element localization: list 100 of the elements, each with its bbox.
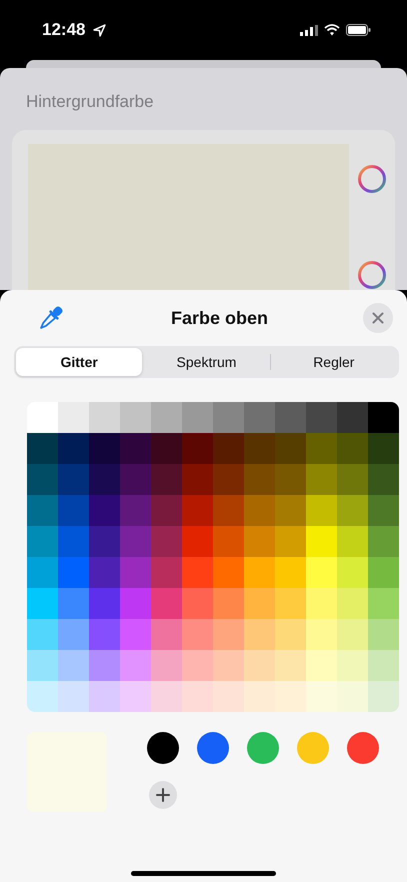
color-cell[interactable] — [58, 433, 89, 464]
color-swatch[interactable] — [297, 732, 329, 764]
color-cell[interactable] — [120, 433, 151, 464]
color-cell[interactable] — [89, 588, 120, 619]
color-cell[interactable] — [27, 588, 58, 619]
color-cell[interactable] — [151, 402, 182, 433]
color-cell[interactable] — [275, 526, 306, 557]
color-cell[interactable] — [368, 526, 399, 557]
color-cell[interactable] — [151, 619, 182, 650]
color-cell[interactable] — [182, 433, 213, 464]
color-cell[interactable] — [89, 402, 120, 433]
color-cell[interactable] — [337, 557, 368, 588]
color-swatch[interactable] — [247, 732, 279, 764]
color-cell[interactable] — [58, 619, 89, 650]
color-cell[interactable] — [58, 681, 89, 712]
color-cell[interactable] — [275, 681, 306, 712]
color-cell[interactable] — [58, 588, 89, 619]
color-cell[interactable] — [306, 433, 337, 464]
color-cell[interactable] — [306, 557, 337, 588]
color-cell[interactable] — [337, 464, 368, 495]
color-wheel-icon[interactable] — [357, 260, 387, 290]
color-cell[interactable] — [275, 588, 306, 619]
color-cell[interactable] — [27, 557, 58, 588]
color-cell[interactable] — [182, 495, 213, 526]
color-cell[interactable] — [182, 464, 213, 495]
color-cell[interactable] — [213, 557, 244, 588]
color-cell[interactable] — [182, 619, 213, 650]
color-cell[interactable] — [58, 557, 89, 588]
color-cell[interactable] — [151, 681, 182, 712]
color-cell[interactable] — [213, 619, 244, 650]
color-cell[interactable] — [275, 619, 306, 650]
color-cell[interactable] — [89, 495, 120, 526]
color-cell[interactable] — [89, 433, 120, 464]
color-cell[interactable] — [151, 433, 182, 464]
color-cell[interactable] — [244, 433, 275, 464]
color-cell[interactable] — [120, 588, 151, 619]
color-cell[interactable] — [368, 495, 399, 526]
color-cell[interactable] — [337, 681, 368, 712]
color-cell[interactable] — [306, 495, 337, 526]
color-cell[interactable] — [368, 402, 399, 433]
color-cell[interactable] — [337, 619, 368, 650]
color-cell[interactable] — [213, 650, 244, 681]
color-cell[interactable] — [306, 402, 337, 433]
color-cell[interactable] — [275, 464, 306, 495]
color-cell[interactable] — [306, 650, 337, 681]
color-cell[interactable] — [368, 557, 399, 588]
color-cell[interactable] — [151, 650, 182, 681]
color-cell[interactable] — [27, 681, 58, 712]
color-cell[interactable] — [244, 650, 275, 681]
color-cell[interactable] — [27, 495, 58, 526]
color-cell[interactable] — [182, 650, 213, 681]
color-cell[interactable] — [89, 681, 120, 712]
color-cell[interactable] — [244, 557, 275, 588]
color-cell[interactable] — [151, 495, 182, 526]
color-cell[interactable] — [182, 557, 213, 588]
color-cell[interactable] — [337, 526, 368, 557]
color-cell[interactable] — [120, 557, 151, 588]
color-cell[interactable] — [337, 402, 368, 433]
color-cell[interactable] — [244, 619, 275, 650]
segment-tab[interactable]: Spektrum — [143, 348, 270, 376]
color-cell[interactable] — [27, 464, 58, 495]
segment-tab[interactable]: Gitter — [16, 348, 142, 376]
color-cell[interactable] — [120, 650, 151, 681]
color-cell[interactable] — [275, 402, 306, 433]
color-cell[interactable] — [213, 464, 244, 495]
color-cell[interactable] — [27, 402, 58, 433]
color-cell[interactable] — [89, 650, 120, 681]
color-swatch[interactable] — [347, 732, 379, 764]
color-cell[interactable] — [182, 681, 213, 712]
color-cell[interactable] — [27, 526, 58, 557]
color-cell[interactable] — [151, 464, 182, 495]
color-cell[interactable] — [213, 433, 244, 464]
color-cell[interactable] — [213, 495, 244, 526]
color-cell[interactable] — [337, 650, 368, 681]
color-cell[interactable] — [275, 495, 306, 526]
color-swatch[interactable] — [147, 732, 179, 764]
color-cell[interactable] — [151, 588, 182, 619]
color-cell[interactable] — [89, 526, 120, 557]
color-cell[interactable] — [368, 650, 399, 681]
color-cell[interactable] — [213, 402, 244, 433]
color-cell[interactable] — [120, 619, 151, 650]
color-cell[interactable] — [244, 464, 275, 495]
color-cell[interactable] — [120, 464, 151, 495]
color-cell[interactable] — [58, 464, 89, 495]
color-cell[interactable] — [182, 402, 213, 433]
color-cell[interactable] — [306, 588, 337, 619]
color-cell[interactable] — [27, 650, 58, 681]
color-cell[interactable] — [368, 619, 399, 650]
color-cell[interactable] — [244, 681, 275, 712]
color-cell[interactable] — [244, 402, 275, 433]
color-cell[interactable] — [182, 526, 213, 557]
color-cell[interactable] — [368, 588, 399, 619]
color-cell[interactable] — [337, 588, 368, 619]
color-cell[interactable] — [89, 464, 120, 495]
color-cell[interactable] — [244, 495, 275, 526]
color-cell[interactable] — [120, 526, 151, 557]
color-cell[interactable] — [58, 526, 89, 557]
color-cell[interactable] — [244, 526, 275, 557]
color-cell[interactable] — [213, 526, 244, 557]
close-button[interactable] — [363, 303, 393, 333]
